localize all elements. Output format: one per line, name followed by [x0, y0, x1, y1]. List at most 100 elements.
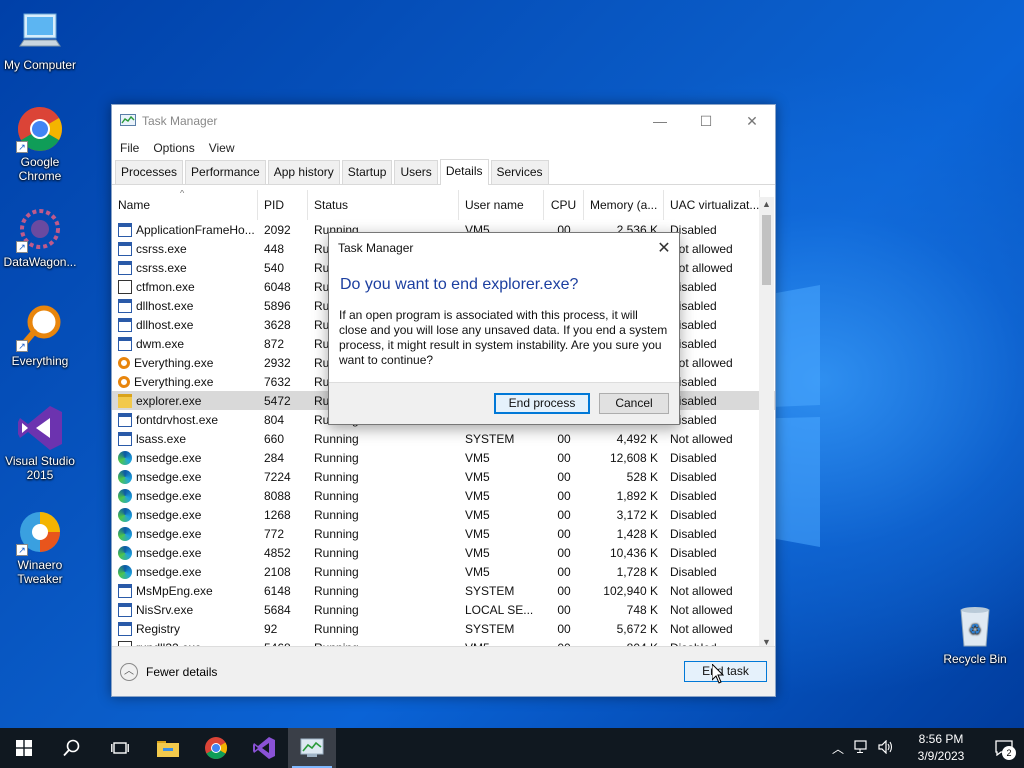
desktop-icon-recycle-bin[interactable]: ♻ Recycle Bin	[935, 602, 1015, 666]
search-button[interactable]	[48, 728, 96, 768]
desktop-icon-visual-studio[interactable]: Visual Studio 2015	[0, 404, 80, 482]
visual-studio-icon	[253, 737, 275, 759]
edge-icon	[118, 450, 132, 465]
edge-icon	[118, 469, 132, 484]
scrollbar-thumb[interactable]	[762, 215, 771, 285]
cell-status: Running	[314, 488, 359, 503]
table-row[interactable]: msedge.exe 4852 Running VM5 00 10,436 K Disabl…	[112, 543, 775, 562]
desktop-icon-datawagon[interactable]: ↗ DataWagon...	[0, 205, 80, 269]
cell-pid: 5472	[264, 393, 291, 408]
cell-name: ctfmon.exe	[112, 279, 258, 294]
volume-icon[interactable]	[874, 739, 898, 757]
cell-status: Running	[314, 564, 359, 579]
column-header-name[interactable]: Name	[112, 190, 258, 220]
action-center-button[interactable]: 2	[984, 728, 1024, 768]
table-row[interactable]: lsass.exe 660 Running SYSTEM 00 4,492 K Not al…	[112, 429, 775, 448]
cancel-button[interactable]: Cancel	[599, 393, 669, 414]
column-header-user-name[interactable]: User name	[459, 190, 544, 220]
cell-name: dllhost.exe	[112, 298, 258, 313]
desktop-icon-label: Visual Studio 2015	[5, 454, 75, 482]
table-row[interactable]: msedge.exe 1268 Running VM5 00 3,172 K Disable…	[112, 505, 775, 524]
tab-strip: Processes Performance App history Startu…	[112, 159, 775, 185]
clock[interactable]: 8:56 PM 3/9/2023	[906, 731, 976, 765]
cell-name: csrss.exe	[112, 260, 258, 275]
menu-file[interactable]: File	[120, 141, 139, 155]
table-row[interactable]: msedge.exe 2108 Running VM5 00 1,728 K Disable…	[112, 562, 775, 581]
table-row[interactable]: NisSrv.exe 5684 Running LOCAL SE... 00 748 K N…	[112, 600, 775, 619]
cell-pid: 5896	[264, 298, 291, 313]
desktop-icon-winaero-tweaker[interactable]: ↗ Winaero Tweaker	[0, 508, 80, 586]
task-manager-icon	[300, 738, 324, 757]
cell-status: Running	[314, 526, 359, 541]
desktop-icon-google-chrome[interactable]: ↗ Google Chrome	[0, 105, 80, 183]
taskbar-chrome[interactable]	[192, 728, 240, 768]
process-name: explorer.exe	[136, 393, 202, 408]
vertical-scrollbar[interactable]: ▲ ▼	[759, 197, 774, 649]
windows-start-icon	[16, 740, 32, 756]
menu-options[interactable]: Options	[153, 141, 194, 155]
process-name: msedge.exe	[136, 564, 202, 579]
close-button[interactable]: ✕	[729, 105, 775, 137]
cell-name: msedge.exe	[112, 507, 258, 522]
column-header-memory[interactable]: Memory (a...	[584, 190, 664, 220]
folder-icon	[157, 741, 179, 757]
column-header-cpu[interactable]: CPU	[544, 190, 584, 220]
chrome-icon	[205, 737, 227, 759]
column-header-pid[interactable]: PID	[258, 190, 308, 220]
desktop-icon-label: Winaero Tweaker	[17, 558, 63, 586]
cell-name: MsMpEng.exe	[112, 583, 258, 598]
scroll-up-icon[interactable]: ▲	[759, 197, 774, 211]
application-icon	[118, 317, 132, 332]
cell-cpu: 00	[557, 583, 571, 598]
cell-user-name: VM5	[465, 545, 490, 560]
cell-memory: 748 K	[626, 602, 658, 617]
fewer-details-button[interactable]: ︿ Fewer details	[120, 662, 217, 681]
desktop-icon-my-computer[interactable]: My Computer	[0, 8, 80, 72]
cell-user-name: LOCAL SE...	[465, 602, 534, 617]
dialog-close-icon[interactable]: ✕	[649, 238, 679, 258]
network-icon[interactable]	[850, 739, 874, 757]
cell-pid: 872	[264, 336, 285, 351]
winaero-tweaker-icon: ↗	[16, 508, 64, 556]
tab-users[interactable]: Users	[394, 160, 438, 184]
tab-services[interactable]: Services	[490, 160, 549, 184]
table-row[interactable]: msedge.exe 8088 Running VM5 00 1,892 K Disable…	[112, 486, 775, 505]
cell-pid: 92	[264, 621, 278, 636]
taskbar-visual-studio[interactable]	[240, 728, 288, 768]
process-name: dllhost.exe	[136, 317, 194, 332]
column-header-uac[interactable]: UAC virtualizat...	[664, 190, 760, 220]
end-process-dialog[interactable]: Task Manager ✕ Do you want to end explor…	[328, 232, 680, 425]
tab-startup[interactable]: Startup	[341, 160, 393, 184]
end-process-button[interactable]: End process	[494, 393, 590, 414]
maximize-button[interactable]: ☐	[683, 105, 729, 137]
table-row[interactable]: MsMpEng.exe 6148 Running SYSTEM 00 102,940 K N…	[112, 581, 775, 600]
tab-performance[interactable]: Performance	[185, 160, 266, 184]
process-name: Registry	[136, 621, 181, 636]
start-button[interactable]	[0, 728, 48, 768]
minimize-button[interactable]: —	[637, 105, 683, 137]
menu-bar: File Options View	[112, 137, 775, 159]
taskbar-task-manager[interactable]	[288, 728, 336, 768]
task-view-button[interactable]	[96, 728, 144, 768]
cell-memory: 528 K	[626, 469, 658, 484]
table-row[interactable]: msedge.exe 772 Running VM5 00 1,428 K Disabled	[112, 524, 775, 543]
desktop-icon-everything[interactable]: ↗ Everything	[0, 304, 80, 368]
title-bar[interactable]: Task Manager — ☐ ✕	[112, 105, 775, 137]
column-header-status[interactable]: Status	[308, 190, 459, 220]
desktop-icon-label: Everything	[11, 354, 69, 368]
cell-uac: Disabled	[670, 469, 717, 484]
menu-view[interactable]: View	[209, 141, 235, 155]
end-task-button[interactable]: End task	[684, 661, 767, 682]
taskbar-file-explorer[interactable]	[144, 728, 192, 768]
tab-processes[interactable]: Processes	[115, 160, 184, 184]
tab-app-history[interactable]: App history	[267, 160, 340, 184]
table-row[interactable]: msedge.exe 284 Running VM5 00 12,608 K Disable…	[112, 448, 775, 467]
show-hidden-icons-chevron-icon[interactable]: ︿	[826, 740, 850, 757]
cell-uac: Not allowed	[670, 602, 733, 617]
tab-details[interactable]: Details	[439, 159, 489, 185]
clock-time: 8:56 PM	[918, 732, 964, 746]
application-icon	[118, 260, 132, 275]
table-row[interactable]: Registry 92 Running SYSTEM 00 5,672 K Not allo…	[112, 619, 775, 638]
cell-uac: Disabled	[670, 488, 717, 503]
table-row[interactable]: msedge.exe 7224 Running VM5 00 528 K Disabled	[112, 467, 775, 486]
